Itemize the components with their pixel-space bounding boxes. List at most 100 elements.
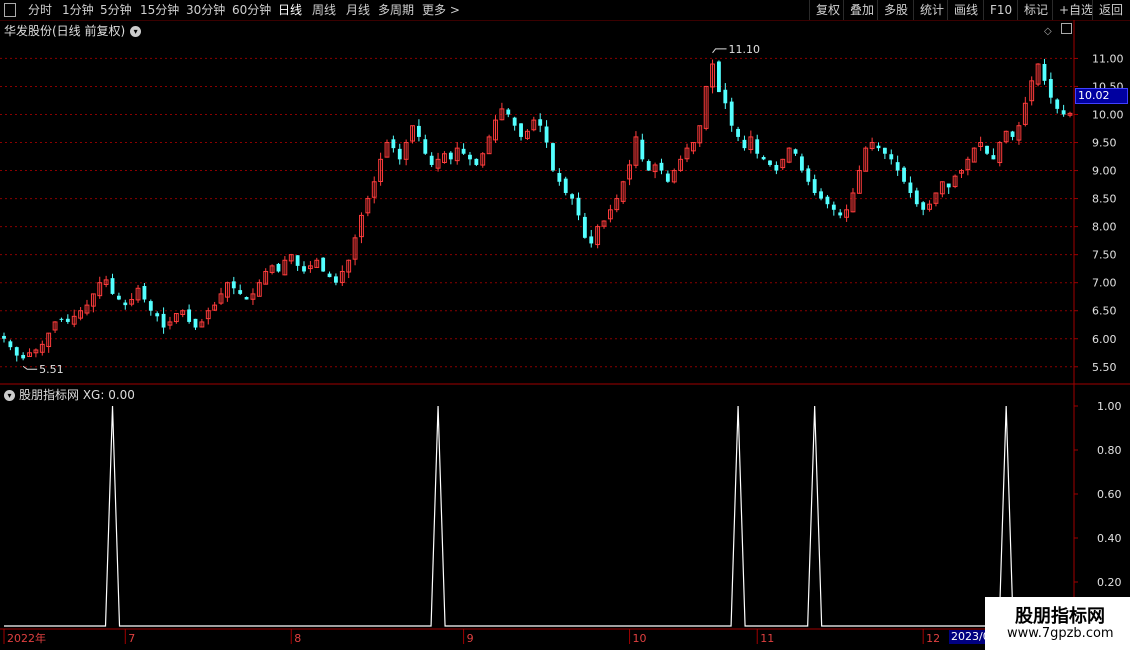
x-tick-label: 9 [467,632,474,645]
candle-body [729,101,734,126]
candle-body [538,119,543,126]
candle-body [570,194,575,199]
candle-body [59,318,64,320]
candle-body [8,341,13,348]
watermark-title: 股朋指标网 [1015,606,1105,627]
kline-chart[interactable]: 11.0010.5010.009.509.008.508.007.507.006… [0,0,1130,650]
candle-body [423,139,428,154]
watermark-logo: 股朋指标网 www.7gpzb.com [985,597,1130,650]
x-tick-label: 11 [760,632,774,645]
indicator-title: ▾ 股朋指标网 XG: 0.00 [4,386,135,403]
candle-body [768,160,772,165]
candle-body [110,278,115,294]
candle-body [921,202,926,210]
candle-body [582,216,587,238]
candle-body [812,179,817,193]
candle-body [302,266,306,272]
candle-body [646,161,651,171]
x-tick-label: 10 [633,632,647,645]
candle-body [116,295,121,300]
candle-body [914,190,919,205]
candle-body [908,182,913,193]
candle-body [416,125,421,137]
watermark-url: www.7gpzb.com [1007,626,1114,641]
candle-body [576,197,581,216]
candle-body [991,155,996,160]
y-tick-label: 8.50 [1092,193,1117,206]
y-tick-label: 5.50 [1092,361,1117,374]
candle-body [755,139,760,154]
candle-body [334,276,338,283]
candle-body [276,263,281,272]
candle-body [640,139,645,160]
candle-body [1048,79,1053,98]
low-price-label: 5.51 [39,363,64,376]
candle-body [551,143,555,171]
indicator-y-label: 0.40 [1097,532,1122,545]
candle-body [895,162,900,171]
candle-body [1042,63,1047,81]
xg-signal-line [4,405,1130,627]
current-price-tag: 10.02 [1075,88,1128,104]
candle-body [123,302,128,306]
candle-body [461,148,466,154]
candle-body [2,335,6,339]
candle-body [391,139,396,149]
candle-body [65,318,70,322]
indicator-y-label: 0.20 [1097,576,1122,589]
candle-body [557,173,562,182]
candle-body [1061,110,1066,115]
candle-body [946,183,951,188]
indicator-y-label: 0.80 [1097,444,1122,457]
candle-body [819,191,823,199]
candle-body [155,313,160,317]
candle-body [321,257,326,272]
candle-body [429,155,434,165]
candle-body [142,286,147,300]
candle-body [244,297,249,300]
candle-body [193,318,198,328]
candle-body [659,162,664,171]
y-tick-label: 6.50 [1092,305,1117,318]
y-tick-label: 9.00 [1092,165,1117,178]
candle-body [831,204,836,210]
indicator-y-label: 0.60 [1097,488,1122,501]
candle-body [876,145,881,149]
y-tick-label: 7.50 [1092,249,1117,262]
candle-body [799,156,804,171]
candle-body [512,117,517,126]
y-tick-label: 10.00 [1092,108,1124,121]
candle-body [665,173,670,182]
y-tick-label: 7.00 [1092,277,1117,290]
candle-body [825,196,830,205]
candle-body [1010,131,1015,137]
candle-body [231,281,236,289]
candle-body [838,212,843,216]
candle-body [889,154,894,160]
candle-body [902,167,906,182]
candle-body [448,152,453,160]
candle-body [1055,99,1060,109]
candle-body [327,273,332,278]
candle-body [238,290,243,294]
candle-body [589,236,594,244]
candle-body [717,61,721,93]
candle-body [563,178,568,193]
candle-body [774,164,779,171]
y-tick-label: 9.50 [1092,137,1117,150]
candle-body [397,148,402,160]
candle-body [882,147,887,154]
candle-body [736,128,740,137]
indicator-title-text: 股朋指标网 XG: 0.00 [19,388,135,402]
y-tick-label: 6.00 [1092,333,1117,346]
candle-body [295,255,300,266]
candle-body [806,168,811,182]
chevron-down-icon[interactable]: ▾ [4,390,15,401]
candle-body [985,145,989,154]
x-tick-label: 7 [128,632,135,645]
high-marker [712,48,727,54]
candle-body [14,347,19,356]
candle-body [474,158,479,165]
candle-body [761,157,766,160]
x-tick-label: 2022年 [7,631,46,645]
